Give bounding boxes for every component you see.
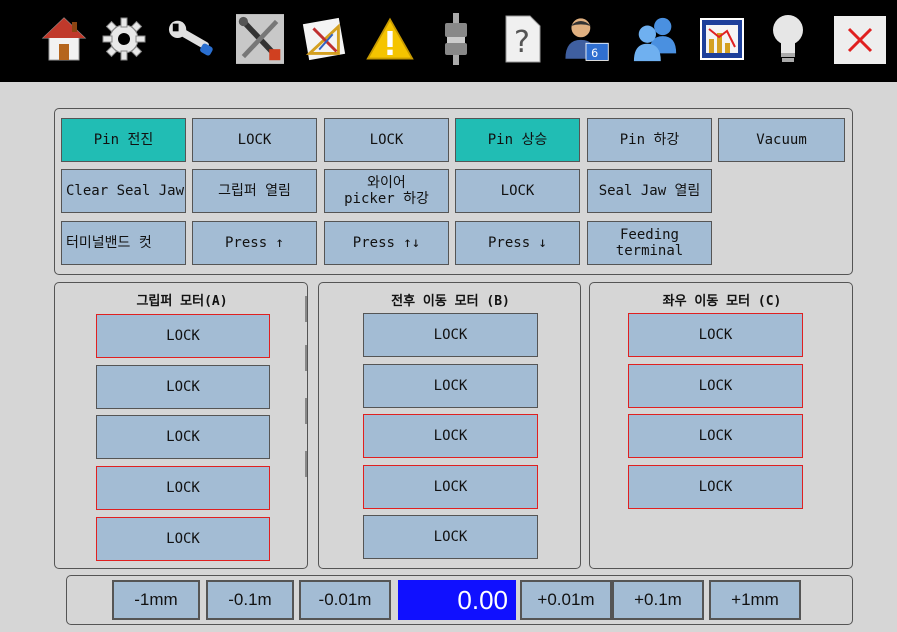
lock-button[interactable]: LOCK: [455, 169, 580, 213]
press-up-down-button[interactable]: Press ↑↓: [324, 221, 449, 265]
press-up-button[interactable]: Press ↑: [192, 221, 317, 265]
settings-gear-icon[interactable]: [100, 12, 148, 66]
motor-c-panel: 좌우 이동 모터 (C) LOCK LOCK LOCK LOCK: [589, 282, 853, 569]
jog-plus-0.01-button[interactable]: +0.01m: [520, 580, 612, 620]
motor-a-lock-button[interactable]: LOCK: [96, 466, 270, 510]
motor-b-title: 전후 이동 모터 (B): [391, 294, 510, 309]
motor-b-lock-button[interactable]: LOCK: [363, 465, 538, 509]
lock-button[interactable]: LOCK: [324, 118, 449, 162]
jog-minus-0.01-button[interactable]: -0.01m: [299, 580, 391, 620]
motor-c-lock-button[interactable]: LOCK: [628, 414, 803, 458]
pin-down-button[interactable]: Pin 하강: [587, 118, 712, 162]
pin-up-button[interactable]: Pin 상승: [455, 118, 580, 162]
toolbar: ? 6: [0, 0, 897, 82]
jog-panel: -1mm -0.1m -0.01m 0.00 +0.01m +0.1m +1mm: [66, 575, 853, 625]
jog-minus-0.1-button[interactable]: -0.1m: [206, 580, 294, 620]
function-grid-panel: Pin 전진 LOCK LOCK Pin 상승 Pin 하강 Vacuum Cl…: [54, 108, 853, 275]
warning-icon[interactable]: [366, 12, 414, 66]
pin-forward-button[interactable]: Pin 전진: [61, 118, 186, 162]
divider: [305, 398, 307, 424]
motor-a-lock-button[interactable]: LOCK: [96, 365, 270, 409]
help-icon[interactable]: ?: [498, 12, 546, 66]
motor-a-lock-button[interactable]: LOCK: [96, 314, 270, 358]
svg-text:6: 6: [591, 47, 598, 60]
feeding-terminal-button[interactable]: Feeding terminal: [587, 221, 712, 265]
divider: [305, 296, 307, 322]
vacuum-button[interactable]: Vacuum: [718, 118, 845, 162]
clear-seal-jaw-button[interactable]: Clear Seal Jaw: [61, 169, 186, 213]
motor-a-lock-button[interactable]: LOCK: [96, 415, 270, 459]
motor-c-lock-button[interactable]: LOCK: [628, 364, 803, 408]
lightbulb-icon[interactable]: [764, 12, 812, 66]
jog-minus-1mm-button[interactable]: -1mm: [112, 580, 200, 620]
wire-picker-down-button[interactable]: 와이어 picker 하강: [324, 169, 449, 213]
user-account-icon[interactable]: 6: [562, 12, 610, 66]
users-icon[interactable]: [632, 12, 680, 66]
motor-c-lock-button[interactable]: LOCK: [628, 313, 803, 357]
home-icon[interactable]: [40, 12, 88, 66]
wrench-icon[interactable]: [168, 12, 216, 66]
motor-a-lock-button[interactable]: LOCK: [96, 517, 270, 561]
motor-b-lock-button[interactable]: LOCK: [363, 313, 538, 357]
divider: [305, 451, 307, 477]
motor-b-lock-button[interactable]: LOCK: [363, 414, 538, 458]
press-down-button[interactable]: Press ↓: [455, 221, 580, 265]
motor-c-title: 좌우 이동 모터 (C): [662, 294, 782, 309]
motor-b-lock-button[interactable]: LOCK: [363, 364, 538, 408]
jog-plus-1mm-button[interactable]: +1mm: [709, 580, 801, 620]
motor-a-panel: 그립퍼 모터(A) LOCK LOCK LOCK LOCK LOCK: [54, 282, 308, 569]
gripper-open-button[interactable]: 그립퍼 열림: [192, 169, 317, 213]
svg-text:?: ?: [514, 25, 530, 60]
position-value-display: 0.00: [398, 580, 516, 620]
seal-jaw-open-button[interactable]: Seal Jaw 열림: [587, 169, 712, 213]
motor-c-lock-button[interactable]: LOCK: [628, 465, 803, 509]
terminal-band-cut-button[interactable]: 터미널밴드 컷: [61, 221, 186, 265]
jog-plus-0.1-button[interactable]: +0.1m: [612, 580, 704, 620]
motor-b-lock-button[interactable]: LOCK: [363, 515, 538, 559]
motor-b-panel: 전후 이동 모터 (B) LOCK LOCK LOCK LOCK LOCK: [318, 282, 581, 569]
cable-connector-icon[interactable]: [432, 12, 480, 66]
divider: [305, 345, 307, 371]
tools-icon[interactable]: [236, 12, 284, 66]
drafting-icon[interactable]: [300, 12, 348, 66]
chart-icon[interactable]: [698, 12, 746, 66]
close-icon[interactable]: [834, 16, 886, 64]
lock-button[interactable]: LOCK: [192, 118, 317, 162]
motor-a-title: 그립퍼 모터(A): [136, 294, 228, 309]
